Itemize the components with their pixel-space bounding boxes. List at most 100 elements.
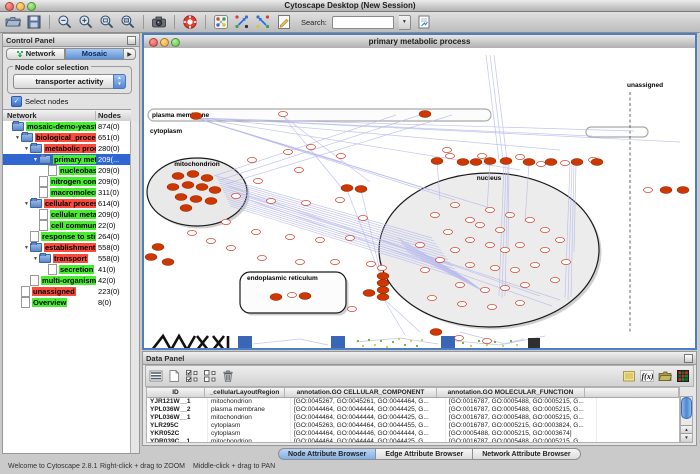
attribute-columns-icon[interactable] [149, 369, 163, 383]
graph-node[interactable] [377, 294, 389, 301]
search-input[interactable] [332, 16, 394, 29]
table-cell[interactable]: YDR039C__1 [147, 438, 208, 443]
tree-row[interactable]: unassigned223(0) [3, 286, 131, 297]
table-cell[interactable]: mitochondrion [208, 414, 291, 422]
table-scrollbar-thumb[interactable] [681, 397, 692, 419]
graph-node[interactable] [457, 159, 469, 166]
table-cell[interactable]: [GO:0045267, GO:0045261, GO:0044464, G..… [291, 398, 446, 406]
network-close-button[interactable] [149, 38, 158, 47]
disclosure-triangle-icon[interactable]: ▼ [32, 256, 39, 262]
graph-node[interactable] [470, 159, 482, 166]
graph-node[interactable] [196, 184, 208, 191]
graph-node[interactable] [341, 185, 353, 192]
apply-layout-1-icon[interactable] [234, 14, 250, 30]
apply-search-icon[interactable] [416, 14, 432, 30]
tree-row[interactable]: ▼transport558(0) [3, 253, 131, 264]
attribute-matrix-icon[interactable] [676, 369, 690, 383]
table-cell[interactable]: YJR121W__1 [147, 398, 208, 406]
tree-column-network[interactable]: Network [3, 111, 96, 120]
network-maximize-button[interactable] [171, 38, 180, 47]
zoom-selected-region-icon[interactable] [99, 14, 115, 30]
tab-edge-attribute-browser[interactable]: Edge Attribute Browser [376, 448, 473, 460]
table-row[interactable]: YPL036W__2plasma membrane[GO:0044464, GO… [147, 406, 679, 414]
graph-node[interactable] [677, 187, 689, 194]
zoom-fit-icon[interactable] [120, 14, 136, 30]
tab-network-attribute-browser[interactable]: Network Attribute Browser [473, 448, 580, 460]
table-cell[interactable]: [GO:0044464, GO:0044444, GO:0044425, G..… [291, 414, 446, 422]
graph-node[interactable] [500, 158, 512, 165]
table-row[interactable]: YPL036W__1mitochondrion[GO:0044464, GO:0… [147, 414, 679, 422]
function-builder-icon[interactable]: f(x) [640, 369, 654, 383]
table-cell[interactable]: [GO:0016787, GO:0005488, GO:0005215, G..… [446, 438, 597, 443]
table-cell[interactable]: [GO:0044464, GO:0044446, GO:0044444, G..… [291, 430, 446, 438]
graph-node[interactable] [205, 198, 217, 205]
table-column-header[interactable]: annotation.GO MOLECULAR_FUNCTION [437, 388, 585, 397]
table-cell[interactable]: YPL036W__1 [147, 414, 208, 422]
graph-node[interactable] [363, 290, 375, 297]
graph-node[interactable] [182, 182, 194, 189]
tree-row[interactable]: ▼establishment of lo558(0) [3, 242, 131, 253]
tree-row[interactable]: mosaic-demo-yeast874(0) [3, 121, 131, 132]
graph-node[interactable] [190, 113, 202, 120]
disclosure-triangle-icon[interactable]: ▼ [23, 245, 30, 251]
tree-row[interactable]: Overview8(0) [3, 297, 131, 308]
graph-node[interactable] [484, 158, 496, 165]
table-column-header[interactable]: _cellularLayoutRegion [205, 388, 285, 397]
table-row[interactable]: YDR039C__1mitochondrion[GO:0044464, GO:0… [147, 438, 679, 443]
tree-row[interactable]: cell communicat22(0) [3, 220, 131, 231]
graph-node[interactable] [660, 187, 672, 194]
zoom-in-icon[interactable] [78, 14, 94, 30]
table-cell[interactable]: YLR295C [147, 422, 208, 430]
network-canvas-svg[interactable]: plasma membranemitochondrionnucleusendop… [144, 48, 695, 348]
float-panel-icon[interactable] [127, 36, 136, 45]
disclosure-triangle-icon[interactable]: ▼ [32, 157, 39, 163]
graph-node[interactable] [591, 159, 603, 166]
tree-column-nodes[interactable]: Nodes [96, 111, 131, 120]
tree-row[interactable]: ▼biological_process651(0) [3, 132, 131, 143]
scroll-down-button[interactable]: ▼ [681, 433, 692, 442]
disclosure-triangle-icon[interactable]: ▼ [23, 201, 30, 207]
graph-node[interactable] [187, 171, 199, 178]
unselect-attributes-icon[interactable] [203, 369, 217, 383]
table-cell[interactable]: [GO:0016787, GO:0005488, GO:0005215, G..… [446, 398, 597, 406]
table-column-header[interactable]: ID [147, 388, 205, 397]
graph-node[interactable] [377, 273, 389, 280]
table-cell[interactable]: [GO:0005488, GO:0005215, GO:0003674] [446, 430, 597, 438]
tree-row[interactable]: ▼metabolic process280(0) [3, 143, 131, 154]
node-color-dropdown[interactable]: transporter activity ▲▼ [13, 74, 126, 89]
disclosure-triangle-icon[interactable]: ▼ [23, 146, 30, 152]
close-window-button[interactable] [5, 2, 14, 11]
create-attribute-icon[interactable] [167, 369, 181, 383]
graph-node[interactable] [430, 329, 442, 336]
table-cell[interactable]: mitochondrion [208, 398, 291, 406]
table-column-header[interactable]: annotation.GO CELLULAR_COMPONENT [285, 388, 437, 397]
delete-attribute-icon[interactable] [221, 369, 235, 383]
graph-node[interactable] [523, 159, 535, 166]
graph-node[interactable] [162, 259, 174, 266]
graph-node[interactable] [571, 159, 583, 166]
minimize-window-button[interactable] [16, 2, 25, 11]
import-attributes-icon[interactable] [658, 369, 672, 383]
table-row[interactable]: YKR052Ccytoplasm[GO:0044464, GO:0044446,… [147, 430, 679, 438]
take-snapshot-icon[interactable] [151, 14, 167, 30]
tree-row[interactable]: nucleobase-209(0) [3, 165, 131, 176]
table-cell[interactable]: [GO:0016787, GO:0005215, GO:0003824, G..… [446, 422, 597, 430]
graph-node[interactable] [299, 293, 311, 300]
table-cell[interactable]: mitochondrion [208, 438, 291, 443]
table-cell[interactable]: YKR052C [147, 430, 208, 438]
help-icon[interactable] [182, 14, 198, 30]
vizmapper-icon[interactable] [213, 14, 229, 30]
table-cell[interactable]: [GO:0044464, GO:0044444, GO:0044425, G..… [291, 438, 446, 443]
graph-node[interactable] [431, 158, 443, 165]
table-row[interactable]: YLR295Ccytoplasm[GO:0045263, GO:0044464,… [147, 422, 679, 430]
control-panel-scrollbar[interactable] [130, 121, 139, 453]
graph-node[interactable] [419, 111, 431, 118]
tab-mosaic[interactable]: Mosaic [65, 48, 124, 60]
tree-row[interactable]: response to stimulu264(0) [3, 231, 131, 242]
tree-row[interactable]: ▼cellular process614(0) [3, 198, 131, 209]
graph-node[interactable] [175, 194, 187, 201]
graph-node[interactable] [190, 196, 202, 203]
graph-node[interactable] [145, 254, 157, 261]
tree-row[interactable]: nitrogen compo209(0) [3, 176, 131, 187]
tab-overflow-button[interactable]: ▶ [124, 48, 136, 60]
